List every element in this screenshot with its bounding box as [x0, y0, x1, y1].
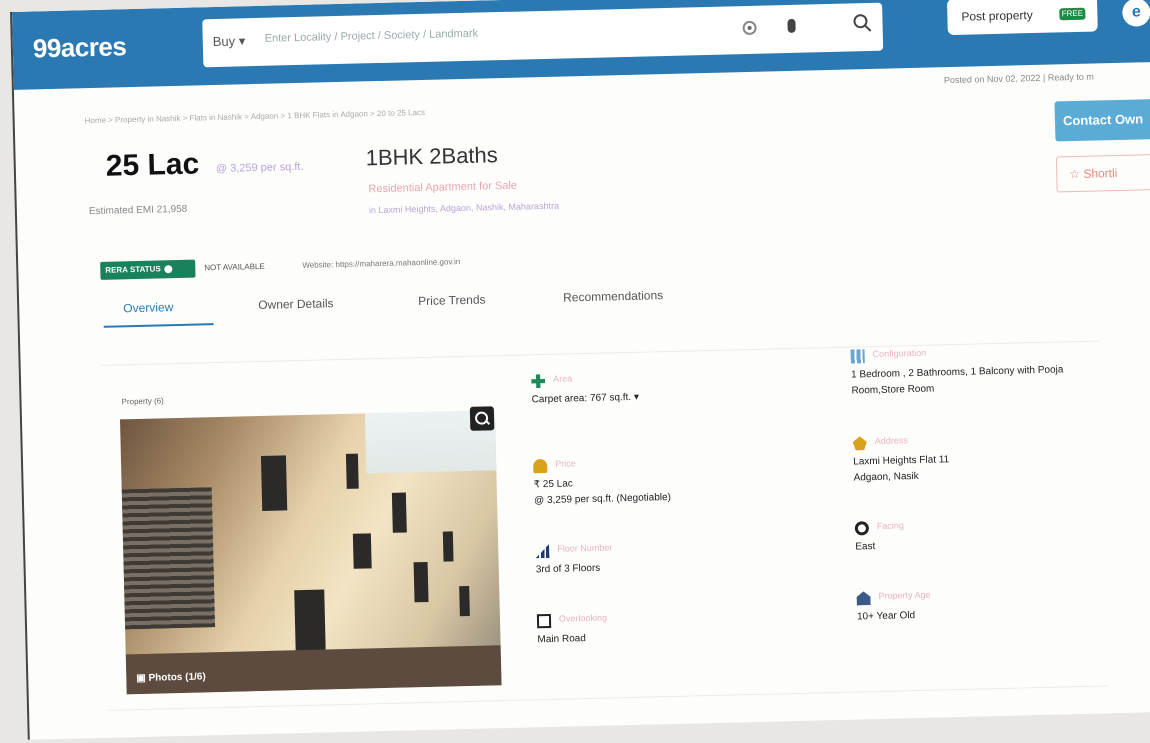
site-logo[interactable]: 99acres — [33, 31, 127, 64]
shortlist-button[interactable]: ☆ Shortli — [1055, 153, 1150, 193]
rera-website[interactable]: Website: https://maharera.mahaonline.gov… — [302, 257, 460, 270]
post-property-button[interactable]: Post property FREE — [946, 0, 1098, 36]
search-input[interactable]: Enter Locality / Project / Society / Lan… — [265, 28, 479, 45]
screen: 99acres Buy ▾ Enter Locality / Project /… — [10, 0, 1150, 740]
detail-value: ₹ 25 Lac @ 3,259 per sq.ft. (Negotiable) — [533, 478, 672, 507]
post-property-label: Post property — [961, 8, 1033, 24]
rera-status-value: NOT AVAILABLE — [204, 261, 265, 273]
property-photo[interactable] — [119, 410, 502, 695]
listing-price: 25 Lac — [105, 147, 200, 183]
detail-value: 1 Bedroom , 2 Bathrooms, 1 Balcony with … — [850, 364, 1064, 397]
free-badge: FREE — [1059, 7, 1086, 21]
detail-value: East — [855, 541, 876, 553]
buy-dropdown[interactable]: Buy ▾ — [213, 33, 246, 50]
photos-counter[interactable]: ▣ Photos (1/6) — [136, 671, 206, 684]
floor-icon — [535, 544, 549, 558]
tab-recommendations[interactable]: Recommendations — [563, 288, 663, 304]
configuration-icon — [850, 349, 865, 364]
detail-value: 10+ Year Old — [856, 610, 916, 623]
search-bar[interactable]: Buy ▾ Enter Locality / Project / Society… — [202, 2, 884, 68]
photo-count: Property (6) — [121, 396, 164, 407]
price-icon — [533, 459, 548, 474]
photo-window — [352, 533, 372, 569]
property-age-icon — [856, 591, 870, 605]
contact-owner-button[interactable]: Contact Own — [1054, 98, 1150, 142]
detail-label: Overlooking — [558, 612, 608, 624]
breadcrumb[interactable]: Home > Property in Nashik > Flats in Nas… — [85, 108, 426, 125]
listing-type: Residential Apartment for Sale — [368, 179, 518, 196]
detail-value[interactable]: Carpet area: 767 sq.ft. ▾ — [531, 390, 639, 409]
zoom-icon[interactable] — [469, 406, 495, 431]
detail-label: Configuration — [872, 347, 927, 360]
detail-label: Floor Number — [557, 542, 613, 554]
posted-on-text: Posted on Nov 02, 2022 | Ready to m — [943, 71, 1094, 86]
detail-label: Area — [553, 373, 573, 384]
photo-window — [442, 531, 454, 562]
detail-value: 3rd of 3 Floors — [535, 562, 601, 576]
detail-value: Laxmi Heights Flat 11 Adgaon, Nasik — [853, 454, 950, 484]
detail-label: Address — [874, 435, 908, 446]
photo-window — [260, 455, 288, 511]
address-icon — [853, 436, 867, 450]
photo-window — [345, 453, 359, 489]
estimated-emi[interactable]: Estimated EMI 21,958 — [89, 204, 188, 217]
rera-status-badge: RERA STATUS — [100, 259, 196, 280]
microphone-icon[interactable] — [787, 18, 796, 34]
listing-config: 1BHK 2Baths — [365, 142, 499, 171]
photo-balcony — [121, 487, 216, 630]
detail-label: Property Age — [878, 589, 931, 601]
photo-window — [459, 585, 470, 617]
tab-owner-details[interactable]: Owner Details — [258, 296, 334, 312]
overlooking-icon — [536, 613, 552, 629]
detail-label: Price — [555, 458, 576, 469]
divider — [100, 340, 1101, 366]
area-icon — [531, 374, 545, 388]
photo-ground — [125, 645, 502, 695]
photo-window — [413, 561, 429, 603]
tab-overview[interactable]: Overview — [123, 300, 173, 315]
listing-locality[interactable]: in Laxmi Heights, Adgaon, Nashik, Mahara… — [369, 201, 559, 216]
locate-me-icon[interactable] — [742, 20, 757, 36]
photo-window — [294, 589, 326, 656]
compass-icon — [854, 521, 870, 536]
rera-status-label: RERA STATUS — [105, 264, 161, 275]
search-icon[interactable] — [852, 13, 872, 33]
active-tab-indicator — [103, 323, 214, 328]
info-icon[interactable] — [164, 264, 173, 274]
price-per-sqft: @ 3,259 per sq.ft. — [215, 160, 304, 176]
section-tabs: Overview Owner Details Price Trends Reco… — [103, 275, 804, 332]
user-avatar-icon[interactable]: e — [1122, 0, 1150, 27]
photo-window — [391, 492, 407, 533]
tab-price-trends[interactable]: Price Trends — [418, 292, 486, 308]
detail-value: Main Road — [537, 633, 586, 646]
detail-label: Facing — [876, 520, 904, 531]
